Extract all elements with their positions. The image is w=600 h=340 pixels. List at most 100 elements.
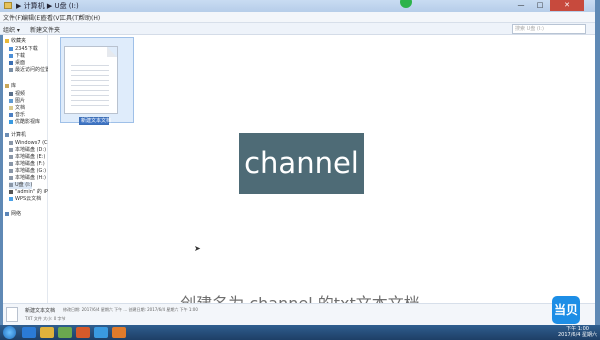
nav-item-drive-f[interactable]: 本地磁盘 (F:) bbox=[9, 161, 45, 168]
close-button[interactable]: ✕ bbox=[550, 0, 584, 11]
nav-item-drive-d[interactable]: 本地磁盘 (D:) bbox=[9, 147, 46, 154]
ie-browser-icon[interactable] bbox=[22, 327, 36, 338]
nav-label: 图片 bbox=[15, 98, 26, 104]
phone-icon bbox=[9, 189, 13, 194]
nav-label: Windows7 (C:) bbox=[15, 140, 52, 146]
doc-line bbox=[71, 105, 109, 106]
details-file-name: 新建文本文档 bbox=[25, 308, 56, 314]
drive-icon bbox=[9, 161, 13, 166]
doc-line bbox=[71, 85, 109, 86]
nav-item-2345-downloads[interactable]: 2345下载 bbox=[9, 46, 38, 53]
rename-input-text: 新建文本文档 bbox=[81, 118, 112, 124]
nav-libraries-header[interactable]: 库 bbox=[5, 83, 16, 90]
search-input[interactable]: 搜索 U盘 (I:) bbox=[512, 24, 586, 34]
cloud-icon bbox=[9, 196, 13, 201]
nav-label: 收藏夹 bbox=[11, 38, 27, 44]
nav-label: 桌面 bbox=[15, 60, 26, 66]
doc-line bbox=[71, 90, 109, 91]
rename-input[interactable]: 新建文本文档 bbox=[79, 117, 112, 125]
video-icon bbox=[9, 91, 13, 96]
address-path[interactable]: ▶ 计算机 ▶ U盘 (I:) bbox=[16, 1, 79, 11]
taskbar: 下午 1:00 2017/6/4 星期六 bbox=[0, 325, 600, 340]
nav-network-header[interactable]: 网络 bbox=[5, 211, 21, 218]
folder-icon bbox=[4, 2, 12, 9]
nav-item-downloads[interactable]: 下载 bbox=[9, 53, 25, 60]
nav-label: 最近访问的位置 bbox=[15, 67, 51, 73]
library-icon bbox=[5, 83, 9, 88]
text-document-icon bbox=[64, 46, 118, 114]
brand-logo: 当贝 bbox=[552, 296, 580, 324]
nav-computer-header[interactable]: 计算机 bbox=[5, 132, 26, 139]
app-icon[interactable] bbox=[58, 327, 72, 338]
drive-icon bbox=[9, 175, 13, 180]
nav-label: 本地磁盘 (H:) bbox=[15, 175, 46, 181]
command-bar: 组织 ▾ 新建文件夹 搜索 U盘 (I:) bbox=[0, 23, 600, 35]
nav-label: 本地磁盘 (F:) bbox=[15, 161, 45, 167]
nav-label: 视频 bbox=[15, 91, 26, 97]
nav-label: 优酷影视库 bbox=[15, 119, 41, 125]
nav-label: 本地磁盘 (D:) bbox=[15, 147, 47, 153]
doc-line bbox=[71, 80, 109, 81]
app-icon[interactable] bbox=[112, 327, 126, 338]
doc-line bbox=[71, 100, 109, 101]
nav-label: 2345下载 bbox=[15, 46, 38, 52]
nav-item-drive-g[interactable]: 本地磁盘 (G:) bbox=[9, 168, 46, 175]
details-pane: 新建文本文档 修改日期: 2017/6/4 星期六 下午 ... 创建日期: 2… bbox=[3, 303, 595, 326]
menu-file[interactable]: 文件(F) bbox=[3, 13, 23, 22]
minimize-button[interactable]: — bbox=[512, 0, 530, 11]
nav-label: WPS云文档 bbox=[15, 196, 42, 202]
nav-favorites-header[interactable]: 收藏夹 bbox=[5, 38, 26, 45]
menu-tools[interactable]: 工具(T) bbox=[60, 13, 80, 22]
nav-item-drive-e[interactable]: 本地磁盘 (E:) bbox=[9, 154, 45, 161]
nav-item-music[interactable]: 音乐 bbox=[9, 112, 25, 119]
nav-item-usb-drive-i[interactable]: U盘 (I:) bbox=[9, 182, 33, 189]
doc-line bbox=[71, 75, 109, 76]
window-frame-right bbox=[595, 0, 600, 340]
nav-item-wps-cloud[interactable]: WPS云文档 bbox=[9, 196, 41, 203]
app-icon[interactable] bbox=[76, 327, 90, 338]
nav-label: 音乐 bbox=[15, 112, 26, 118]
new-folder-button[interactable]: 新建文件夹 bbox=[30, 25, 60, 34]
nav-item-drive-h[interactable]: 本地磁盘 (H:) bbox=[9, 175, 46, 182]
app-icon[interactable] bbox=[94, 327, 108, 338]
nav-label: 下载 bbox=[15, 53, 26, 59]
download-folder-icon bbox=[9, 46, 13, 51]
nav-item-desktop[interactable]: 桌面 bbox=[9, 60, 25, 67]
menu-help[interactable]: 帮助(H) bbox=[79, 13, 100, 22]
nav-item-videos[interactable]: 视频 bbox=[9, 91, 25, 98]
start-button-icon[interactable] bbox=[3, 326, 16, 339]
menu-bar: 文件(F) 编辑(E) 查看(V) 工具(T) 帮助(H) bbox=[0, 12, 600, 23]
picture-icon bbox=[9, 98, 13, 103]
recent-places-icon bbox=[9, 67, 13, 72]
menu-view[interactable]: 查看(V) bbox=[41, 13, 62, 22]
nav-item-youku-library[interactable]: 优酷影视库 bbox=[9, 119, 40, 126]
nav-item-recent-places[interactable]: 最近访问的位置 bbox=[9, 67, 50, 74]
page-fold bbox=[107, 47, 117, 57]
navigation-pane: 收藏夹 2345下载 下载 桌面 最近访问的位置 库 视频 图片 文档 音乐 优… bbox=[3, 35, 60, 303]
nav-item-drive-c[interactable]: Windows7 (C:) bbox=[9, 140, 51, 147]
doc-line bbox=[71, 95, 109, 96]
nav-item-pictures[interactable]: 图片 bbox=[9, 98, 25, 105]
doc-line bbox=[71, 65, 109, 66]
maximize-button[interactable]: □ bbox=[531, 0, 549, 11]
nav-label: 本地磁盘 (G:) bbox=[15, 168, 47, 174]
details-dates: 修改日期: 2017/6/4 星期六 下午 ... 创建日期: 2017/6/4… bbox=[63, 307, 198, 312]
file-thumbnail-icon bbox=[6, 307, 18, 322]
nav-item-documents[interactable]: 文档 bbox=[9, 105, 25, 112]
system-clock[interactable]: 下午 1:00 2017/6/4 星期六 bbox=[558, 326, 597, 338]
file-explorer-icon[interactable] bbox=[40, 327, 54, 338]
organize-button[interactable]: 组织 ▾ bbox=[3, 25, 20, 34]
details-type-size: TXT 文件 大小: 0 字节 bbox=[25, 316, 66, 321]
clock-date: 2017/6/4 星期六 bbox=[558, 332, 598, 338]
nav-label: 文档 bbox=[15, 105, 26, 111]
drive-icon bbox=[9, 140, 13, 145]
tutorial-overlay: channel bbox=[239, 133, 364, 194]
video-library-icon bbox=[9, 119, 13, 124]
doc-line bbox=[71, 70, 109, 71]
network-icon bbox=[5, 211, 9, 216]
drive-icon bbox=[9, 154, 13, 159]
menu-edit[interactable]: 编辑(E) bbox=[22, 13, 42, 22]
drive-icon bbox=[9, 168, 13, 173]
nav-label: 计算机 bbox=[11, 132, 27, 138]
mouse-cursor-icon: ➤ bbox=[194, 244, 201, 253]
